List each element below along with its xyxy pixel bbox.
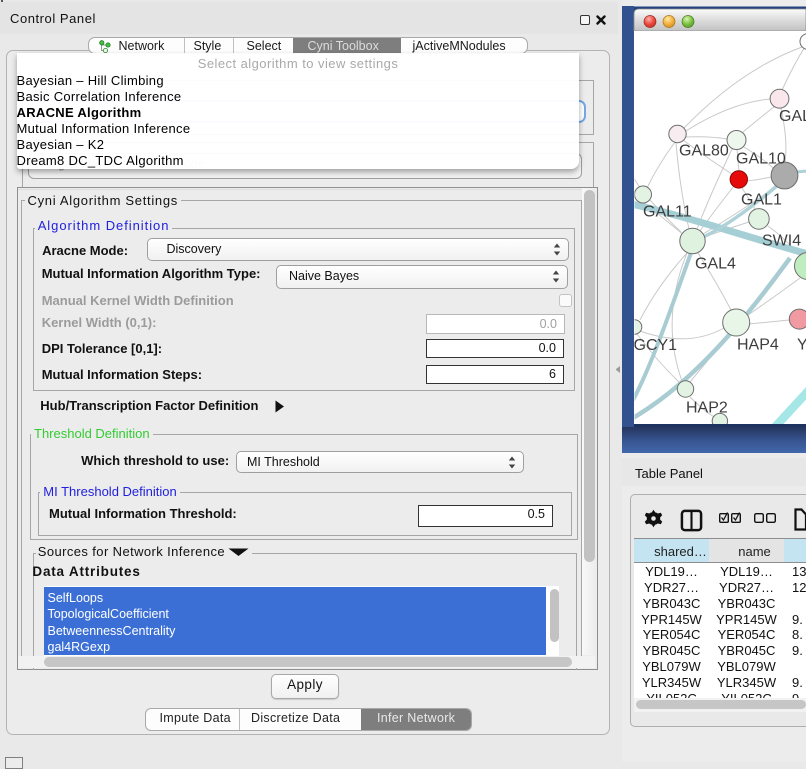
- svg-text:HAP2: HAP2: [686, 400, 728, 417]
- svg-text:GAL10: GAL10: [736, 151, 786, 168]
- svg-text:GAL7: GAL7: [779, 108, 806, 125]
- svg-text:Y: Y: [797, 337, 806, 354]
- svg-text:HAP4: HAP4: [737, 337, 779, 354]
- svg-text:GAL80: GAL80: [679, 143, 729, 160]
- svg-text:GAL1: GAL1: [741, 192, 782, 209]
- svg-text:SWI4: SWI4: [762, 233, 801, 250]
- svg-text:GCY1: GCY1: [634, 337, 678, 354]
- svg-text:GAL4: GAL4: [695, 256, 736, 273]
- svg-text:GAL11: GAL11: [643, 204, 692, 221]
